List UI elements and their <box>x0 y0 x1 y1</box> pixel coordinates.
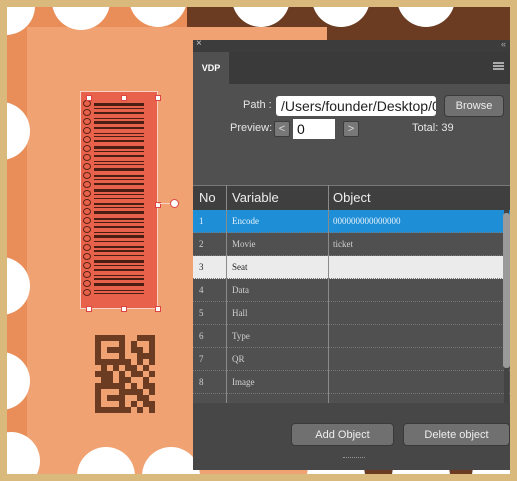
path-field[interactable]: /Users/founder/Desktop/07. <box>276 96 436 116</box>
selection-handle[interactable] <box>155 306 161 312</box>
panel-menu-icon[interactable] <box>493 62 504 70</box>
table-row[interactable]: 6 Type <box>193 325 510 348</box>
prev-button[interactable]: < <box>274 121 290 137</box>
cell-variable: Seat <box>232 262 248 272</box>
cell-no: 4 <box>199 285 204 295</box>
rotate-handle-line <box>158 203 170 204</box>
table-header: No Variable Object <box>193 185 510 210</box>
cell-no: 7 <box>199 354 204 364</box>
header-variable[interactable]: Variable <box>232 186 279 211</box>
next-button[interactable]: > <box>343 121 359 137</box>
table-row[interactable]: 2 Movie ticket <box>193 233 510 256</box>
barcode-selection-outline <box>80 91 158 309</box>
selection-handle[interactable] <box>121 95 127 101</box>
perforation-dot <box>129 7 187 27</box>
table-scrollbar-thumb[interactable] <box>503 213 510 368</box>
header-no[interactable]: No <box>199 186 216 211</box>
qr-module <box>137 407 143 413</box>
panel-titlebar[interactable]: × « <box>193 38 510 52</box>
add-object-button[interactable]: Add Object <box>291 423 394 446</box>
total-count: Total: 39 <box>412 122 454 134</box>
tab-vdp[interactable]: VDP <box>193 52 229 84</box>
cell-no: 8 <box>199 377 204 387</box>
resize-grip[interactable] <box>343 457 365 461</box>
table-row[interactable]: 8 Image <box>193 371 510 394</box>
cell-variable: QR <box>232 354 245 364</box>
table-row[interactable]: 1 Encode 000000000000000 <box>193 210 510 233</box>
selection-handle[interactable] <box>86 306 92 312</box>
qr-module <box>149 389 155 395</box>
cell-variable: Type <box>232 331 250 341</box>
table-row[interactable]: 4 Data <box>193 279 510 302</box>
table-row[interactable]: 5 Hall <box>193 302 510 325</box>
selection-handle[interactable] <box>121 306 127 312</box>
column-divider <box>226 185 227 403</box>
collapse-icon[interactable]: « <box>501 39 506 49</box>
cell-variable: Movie <box>232 239 256 249</box>
qr-module <box>149 407 155 413</box>
table-row[interactable]: 7 QR <box>193 348 510 371</box>
delete-object-button[interactable]: Delete object <box>403 423 510 446</box>
cell-no: 2 <box>199 239 204 249</box>
qr-code-graphic <box>95 335 157 413</box>
qr-module <box>125 407 131 413</box>
panel-tabbar: VDP <box>193 52 510 84</box>
cell-no: 5 <box>199 308 204 318</box>
cell-variable: Hall <box>232 308 248 318</box>
path-label: Path : <box>243 99 272 111</box>
close-icon[interactable]: × <box>196 38 202 49</box>
preview-field[interactable]: 0 <box>293 119 335 139</box>
selection-handle[interactable] <box>155 95 161 101</box>
table-row[interactable]: 3 Seat <box>193 256 510 279</box>
cell-variable: Encode <box>232 216 259 226</box>
vdp-panel: × « VDP Path : /Users/founder/Desktop/07… <box>193 38 510 470</box>
browse-button[interactable]: Browse <box>444 95 504 117</box>
cell-object: 000000000000000 <box>333 216 401 226</box>
header-object[interactable]: Object <box>333 186 371 211</box>
cell-no: 6 <box>199 331 204 341</box>
cell-no: 3 <box>199 262 204 272</box>
variables-table: No Variable Object 1 Encode 00000000000000… <box>193 185 510 403</box>
selection-handle[interactable] <box>86 95 92 101</box>
cell-no: 1 <box>199 216 204 226</box>
panel-footer: Add Object Delete object <box>193 403 510 470</box>
qr-module <box>149 359 155 365</box>
rotate-handle[interactable] <box>170 199 179 208</box>
preview-label: Preview: <box>230 122 273 134</box>
cell-variable: Data <box>232 285 249 295</box>
cell-object: ticket <box>333 239 353 249</box>
qr-module <box>149 371 155 377</box>
cell-variable: Image <box>232 377 255 387</box>
column-divider <box>328 185 329 403</box>
